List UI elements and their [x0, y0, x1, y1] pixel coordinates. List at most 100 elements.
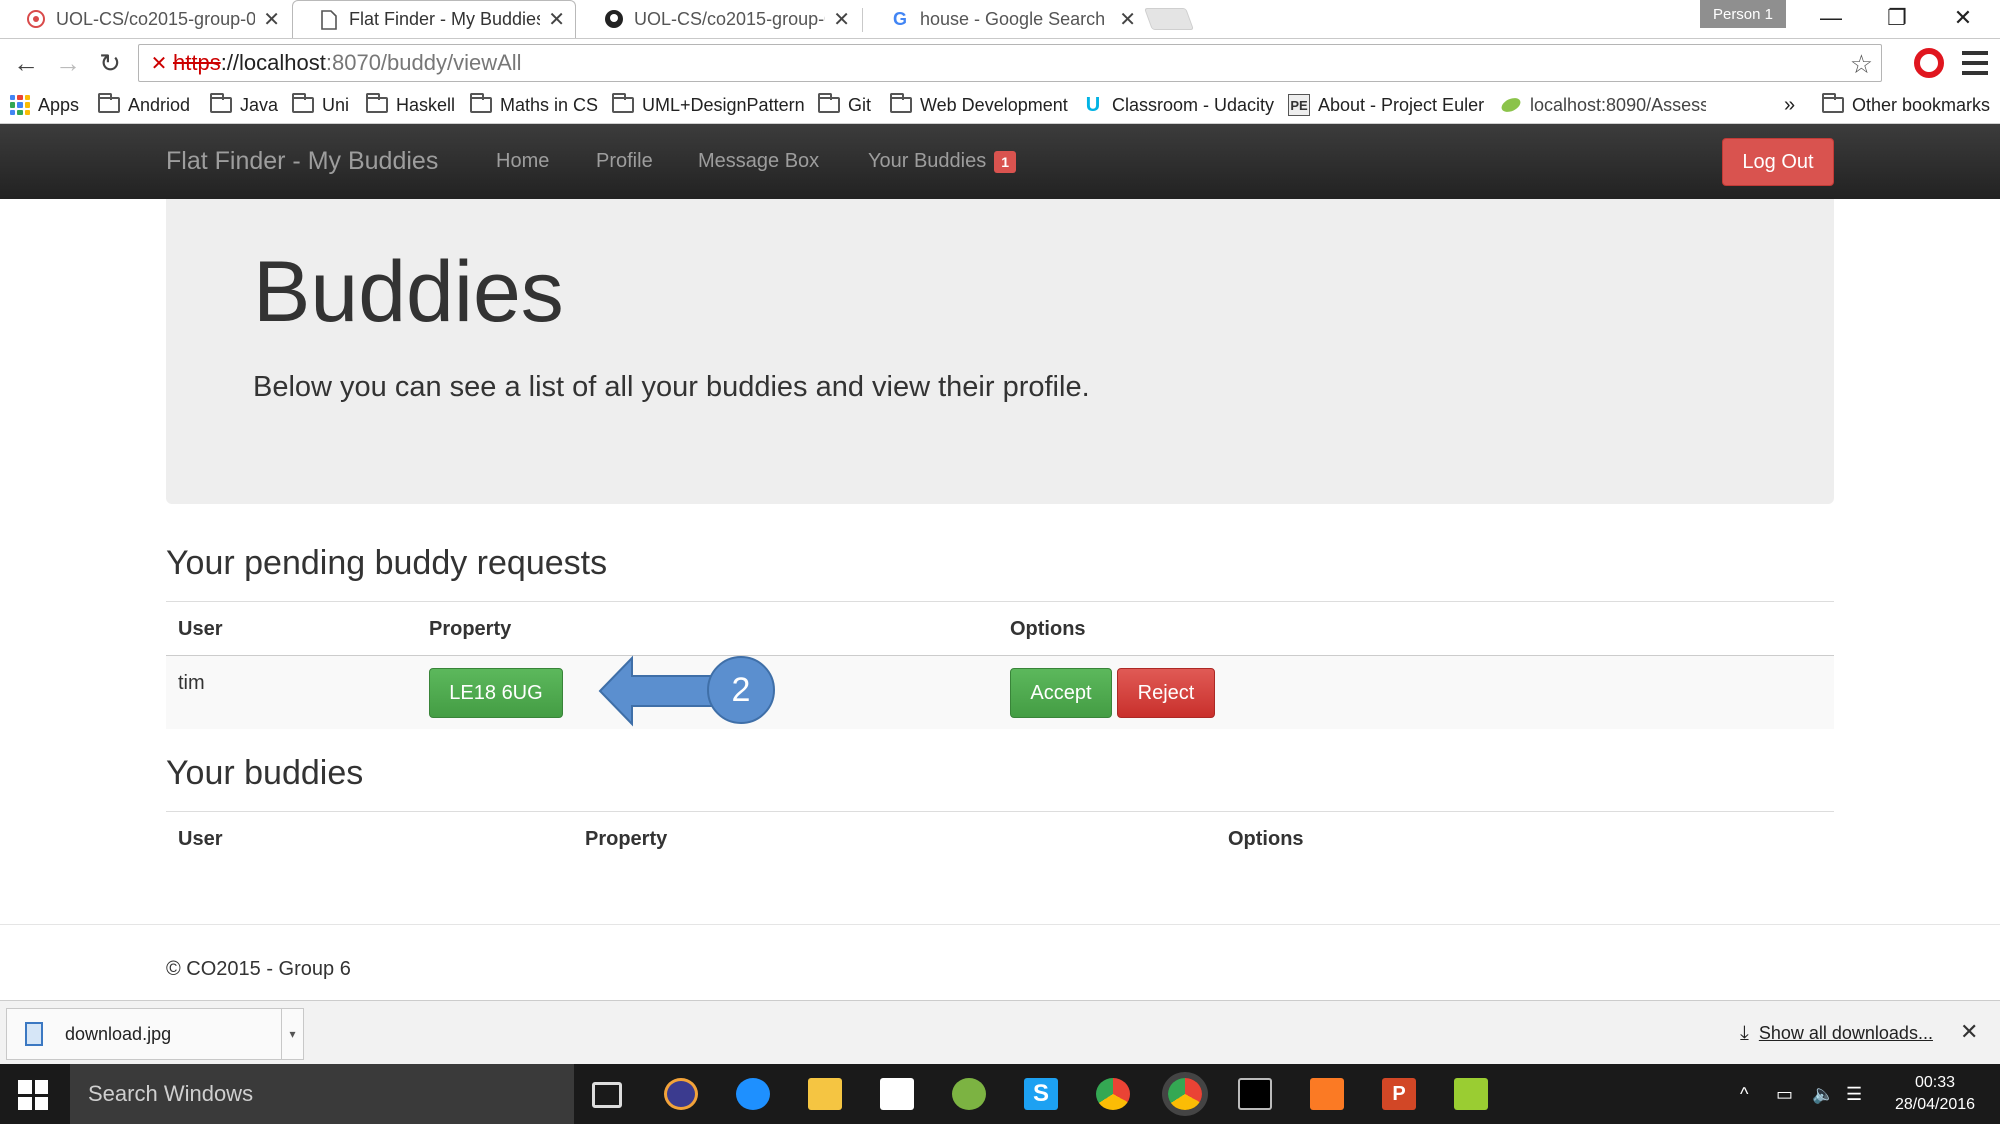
terminal-icon[interactable]	[1238, 1078, 1272, 1110]
nav-your-buddies[interactable]: Your Buddies 1	[868, 124, 1017, 199]
nav-home[interactable]: Home	[496, 124, 549, 199]
back-arrow-icon[interactable]: ←	[10, 47, 42, 79]
divider	[166, 601, 1834, 602]
notepad-plus-icon[interactable]	[1454, 1078, 1488, 1110]
minimize-icon[interactable]: —	[1798, 0, 1864, 36]
bookmark-label: Uni	[322, 94, 350, 115]
window-close-icon[interactable]: ✕	[1930, 0, 1996, 36]
folder-icon	[1822, 93, 1844, 113]
powerpoint-icon[interactable]: P	[1382, 1078, 1416, 1110]
opera-extension-icon[interactable]	[1914, 48, 1944, 78]
accept-button[interactable]: Accept	[1010, 668, 1112, 718]
skype-icon[interactable]: S	[1024, 1078, 1058, 1110]
bookmark-label: Haskell	[396, 94, 456, 115]
nav-message-box[interactable]: Message Box	[698, 124, 819, 199]
tab-github-repo[interactable]: UOL-CS/co2015-group-06 ✕	[578, 0, 860, 38]
column-header-user: User	[178, 828, 223, 850]
tab-github-group[interactable]: UOL-CS/co2015-group-06 ✕	[0, 0, 290, 38]
property-link-button[interactable]: LE18 6UG	[429, 668, 563, 718]
image-file-icon	[25, 1022, 43, 1046]
nav-profile[interactable]: Profile	[596, 124, 653, 199]
bookmark-project-euler[interactable]: PE About - Project Euler	[1288, 86, 1484, 124]
bookmark-localhost[interactable]: localhost:8090/Assess	[1500, 86, 1706, 124]
close-icon[interactable]: ✕	[833, 7, 850, 32]
bookmark-folder[interactable]: Web Development	[890, 86, 1068, 124]
download-filename: download.jpg	[65, 1023, 172, 1044]
edge-icon[interactable]	[736, 1078, 770, 1110]
bookmark-folder[interactable]: Maths in CS	[470, 86, 598, 124]
bookmark-folder[interactable]: Java	[210, 86, 278, 124]
browser-toolbar: ← → ↻ ✕ https ://localhost :8070/buddy/v…	[0, 38, 2000, 86]
insecure-lock-icon[interactable]: ✕	[145, 51, 173, 76]
download-item[interactable]: download.jpg ▾	[6, 1008, 304, 1060]
folder-icon	[292, 93, 314, 113]
pending-requests-heading: Your pending buddy requests	[166, 544, 608, 582]
divider	[0, 924, 2000, 925]
github-icon	[604, 9, 624, 29]
folder-icon	[470, 93, 492, 113]
task-view-icon[interactable]	[592, 1082, 622, 1108]
bookmark-label: Other bookmarks	[1852, 94, 1991, 115]
close-icon[interactable]: ✕	[1960, 1019, 1978, 1045]
file-explorer-icon[interactable]	[808, 1078, 842, 1110]
close-icon[interactable]: ✕	[548, 7, 565, 32]
footer-copyright: © CO2015 - Group 6	[166, 958, 351, 980]
bookmark-folder[interactable]: UML+DesignPattern	[612, 86, 805, 124]
store-icon[interactable]	[880, 1078, 914, 1110]
menu-icon[interactable]	[1962, 51, 1988, 75]
eclipse-icon[interactable]	[664, 1078, 698, 1110]
site-brand[interactable]: Flat Finder - My Buddies	[166, 124, 438, 199]
buddies-heading: Your buddies	[166, 754, 364, 792]
folder-icon	[366, 93, 388, 113]
taskbar-search-input[interactable]: Search Windows	[70, 1064, 574, 1124]
tab-flat-finder[interactable]: Flat Finder - My Buddies ✕	[292, 0, 576, 38]
windows-taskbar: Search Windows S P ^ ▭ 🔈 ☰ 00:33 28/04/2…	[0, 1064, 2000, 1124]
restore-icon[interactable]: ❐	[1864, 0, 1930, 36]
bookmark-apps[interactable]: Apps	[10, 86, 79, 124]
close-icon[interactable]: ✕	[1119, 7, 1136, 32]
android-studio-icon[interactable]	[952, 1078, 986, 1110]
bookmark-label: Git	[848, 94, 872, 115]
tab-google-search[interactable]: G house - Google Search ✕	[864, 0, 1146, 38]
bookmark-udacity[interactable]: U Classroom - Udacity	[1082, 86, 1274, 124]
column-header-property: Property	[585, 828, 668, 850]
show-all-downloads-link[interactable]: ⤓ Show all downloads...	[1740, 1001, 1933, 1065]
clock-time: 00:33	[1914, 1074, 1956, 1091]
tab-title: UOL-CS/co2015-group-06	[56, 8, 256, 29]
leaf-icon	[1500, 94, 1522, 116]
show-all-label: Show all downloads...	[1758, 1022, 1933, 1043]
windows-start-icon[interactable]	[18, 1080, 48, 1110]
divider	[166, 811, 1834, 812]
tab-strip: UOL-CS/co2015-group-06 ✕ Flat Finder - M…	[0, 0, 2000, 38]
new-tab-button[interactable]	[1143, 8, 1195, 30]
bookmarks-overflow-chevron[interactable]: »	[1784, 86, 1795, 124]
bookmark-folder[interactable]: Uni	[292, 86, 349, 124]
xampp-icon[interactable]	[1310, 1078, 1344, 1110]
forward-arrow-icon[interactable]: →	[52, 47, 84, 79]
bookmark-folder[interactable]: Andriod	[98, 86, 190, 124]
profile-button[interactable]: Person 1	[1700, 0, 1786, 28]
chrome-icon[interactable]	[1096, 1078, 1130, 1110]
folder-icon	[818, 93, 840, 113]
chrome-active-icon[interactable]	[1168, 1078, 1202, 1110]
logout-button[interactable]: Log Out	[1722, 138, 1834, 186]
bookmark-label: Apps	[38, 94, 80, 115]
bookmark-folder[interactable]: Git	[818, 86, 871, 124]
volume-icon[interactable]: 🔈	[1812, 1064, 1834, 1124]
column-header-options: Options	[1228, 828, 1304, 850]
action-center-icon[interactable]: ☰	[1846, 1064, 1862, 1124]
reload-icon[interactable]: ↻	[94, 47, 126, 79]
bookmark-star-icon[interactable]: ☆	[1850, 49, 1873, 80]
bookmark-folder[interactable]: Haskell	[366, 86, 455, 124]
battery-icon[interactable]: ▭	[1776, 1064, 1793, 1124]
bookmark-label: Maths in CS	[500, 94, 599, 115]
page-icon	[319, 9, 339, 30]
tray-chevron-up-icon[interactable]: ^	[1740, 1064, 1748, 1124]
close-icon[interactable]: ✕	[263, 7, 280, 32]
taskbar-clock[interactable]: 00:33 28/04/2016	[1880, 1072, 1990, 1116]
reject-button[interactable]: Reject	[1117, 668, 1215, 718]
address-bar[interactable]: ✕ https ://localhost :8070/buddy/viewAll…	[138, 44, 1882, 82]
chevron-down-icon[interactable]: ▾	[281, 1009, 303, 1059]
bookmark-other[interactable]: Other bookmarks	[1822, 86, 1990, 124]
folder-icon	[210, 93, 232, 113]
